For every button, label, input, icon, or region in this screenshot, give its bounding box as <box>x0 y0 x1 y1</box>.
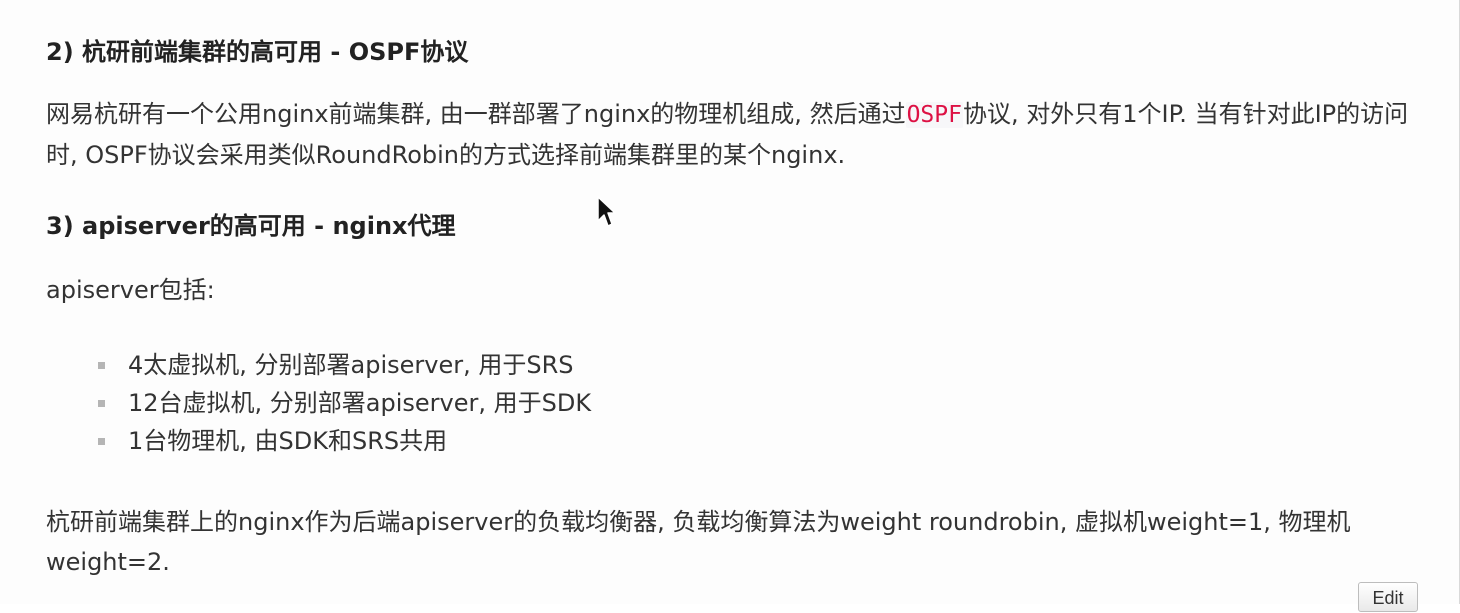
edit-button[interactable]: Edit <box>1358 582 1418 612</box>
square-bullet-icon <box>98 362 105 369</box>
square-bullet-icon <box>98 400 105 407</box>
paragraph-load-balancer: 杭研前端集群上的nginx作为后端apiserver的负载均衡器, 负载均衡算法… <box>46 508 1351 576</box>
list-item-text: 12台虚拟机, 分别部署apiserver, 用于SDK <box>128 389 592 417</box>
list-item-text: 1台物理机, 由SDK和SRS共用 <box>128 427 448 455</box>
section-heading-ospf: 2) 杭研前端集群的高可用 - OSPF协议 <box>46 38 469 66</box>
inline-code-ospf: OSPF <box>905 102 963 128</box>
section-heading-apiserver: 3) apiserver的高可用 - nginx代理 <box>46 212 456 240</box>
list-item: 4太虚拟机, 分别部署apiserver, 用于SRS <box>98 346 591 384</box>
apiserver-list: 4太虚拟机, 分别部署apiserver, 用于SRS 12台虚拟机, 分别部署… <box>98 346 591 460</box>
paragraph-ospf: 网易杭研有一个公用nginx前端集群, 由一群部署了nginx的物理机组成, 然… <box>46 94 1426 175</box>
list-item: 1台物理机, 由SDK和SRS共用 <box>98 422 591 460</box>
paragraph-ospf-text-before: 网易杭研有一个公用nginx前端集群, 由一群部署了nginx的物理机组成, 然… <box>46 100 906 128</box>
paragraph-apiserver-intro: apiserver包括: <box>46 276 215 304</box>
square-bullet-icon <box>98 438 105 445</box>
list-item-text: 4太虚拟机, 分别部署apiserver, 用于SRS <box>128 351 574 379</box>
list-item: 12台虚拟机, 分别部署apiserver, 用于SDK <box>98 384 591 422</box>
mouse-pointer-icon <box>597 196 616 227</box>
wiki-page: 2) 杭研前端集群的高可用 - OSPF协议 网易杭研有一个公用nginx前端集… <box>0 0 1460 612</box>
